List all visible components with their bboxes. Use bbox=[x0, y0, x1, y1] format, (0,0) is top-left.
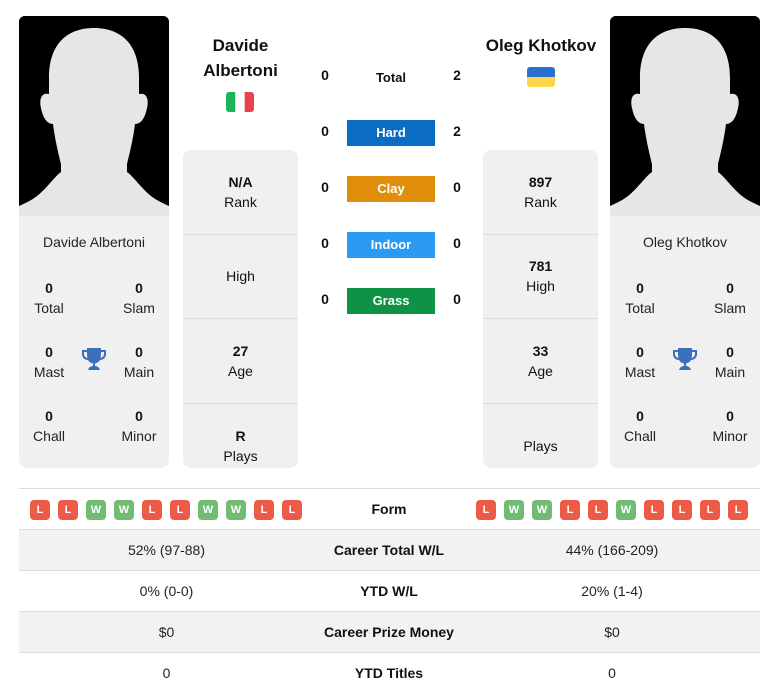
player1-slam-titles: 0 Slam bbox=[123, 280, 155, 316]
row-label: YTD W/L bbox=[360, 583, 418, 599]
form-badge-win[interactable]: W bbox=[616, 500, 636, 520]
silhouette-icon bbox=[610, 16, 760, 216]
form-badge-loss[interactable]: L bbox=[282, 500, 302, 520]
form-badge-loss[interactable]: L bbox=[30, 500, 50, 520]
player1-photo bbox=[19, 16, 169, 216]
player2-age: 33 Age bbox=[483, 319, 598, 404]
form-badge-loss[interactable]: L bbox=[170, 500, 190, 520]
player1-titles-card: Davide Albertoni 0 Total 0 Slam 0 Mast 0… bbox=[19, 216, 169, 468]
form-badge-win[interactable]: W bbox=[532, 500, 552, 520]
player2-form: LWWLLWLLLL bbox=[476, 500, 748, 520]
h2h-hard-p2: 2 bbox=[453, 123, 461, 139]
player2-total-titles: 0 Total bbox=[625, 280, 655, 316]
player2-titles-card: Oleg Khotkov 0 Total 0 Slam 0 Mast 0 Mai… bbox=[610, 216, 760, 468]
italy-flag-icon bbox=[226, 92, 254, 112]
player1-mast-titles: 0 Mast bbox=[33, 344, 65, 380]
form-badge-loss[interactable]: L bbox=[476, 500, 496, 520]
h2h-indoor-p1: 0 bbox=[321, 235, 329, 251]
player2-photo bbox=[610, 16, 760, 216]
player1-career-wl: 52% (97-88) bbox=[127, 542, 206, 558]
form-badge-win[interactable]: W bbox=[114, 500, 134, 520]
form-badge-loss[interactable]: L bbox=[700, 500, 720, 520]
ukraine-flag-icon bbox=[527, 67, 555, 87]
form-label: Form bbox=[371, 501, 407, 517]
h2h-total-p2: 2 bbox=[453, 67, 461, 83]
player2-rank: 897 Rank bbox=[483, 150, 598, 235]
player2-mast-titles: 0 Mast bbox=[624, 344, 656, 380]
player2-chall-titles: 0 Chall bbox=[624, 408, 656, 444]
player1-high: High bbox=[183, 235, 298, 319]
h2h-hard-p1: 0 bbox=[321, 123, 329, 139]
player2-slam-titles: 0 Slam bbox=[714, 280, 746, 316]
surface-hard-button[interactable]: Hard bbox=[347, 120, 435, 146]
form-badge-loss[interactable]: L bbox=[58, 500, 78, 520]
h2h-clay-p1: 0 bbox=[321, 179, 329, 195]
surface-clay-button[interactable]: Clay bbox=[347, 176, 435, 202]
surface-indoor-button[interactable]: Indoor bbox=[347, 232, 435, 258]
form-badge-win[interactable]: W bbox=[504, 500, 524, 520]
trophy-icon bbox=[82, 348, 106, 370]
h2h-grass-p2: 0 bbox=[453, 291, 461, 307]
player1-rank: N/A Rank bbox=[183, 150, 298, 235]
form-badge-win[interactable]: W bbox=[198, 500, 218, 520]
player2-main-titles: 0 Main bbox=[714, 344, 746, 380]
table-row: $0 Career Prize Money $0 bbox=[19, 611, 760, 652]
player1-age: 27 Age bbox=[183, 319, 298, 404]
player2-card-name: Oleg Khotkov bbox=[642, 234, 728, 250]
form-badge-loss[interactable]: L bbox=[560, 500, 580, 520]
form-badge-loss[interactable]: L bbox=[644, 500, 664, 520]
form-badge-loss[interactable]: L bbox=[254, 500, 274, 520]
row-label: Career Total W/L bbox=[333, 542, 445, 558]
player2-ytd-wl: 20% (1-4) bbox=[581, 583, 643, 599]
player1-prize-money: $0 bbox=[158, 624, 175, 640]
player1-name-heading[interactable]: Davide Albertoni bbox=[183, 33, 298, 83]
form-badge-loss[interactable]: L bbox=[142, 500, 162, 520]
player1-main-titles: 0 Main bbox=[123, 344, 155, 380]
form-badge-win[interactable]: W bbox=[226, 500, 246, 520]
row-label: Career Prize Money bbox=[324, 624, 454, 640]
player2-plays: Plays bbox=[523, 437, 558, 454]
player1-plays: R Plays bbox=[223, 427, 258, 464]
h2h-total-label: Total bbox=[375, 70, 407, 85]
player2-high: 781 High bbox=[483, 235, 598, 319]
form-badge-loss[interactable]: L bbox=[672, 500, 692, 520]
form-row: LLWWLLWWLL Form LWWLLWLLLL bbox=[19, 488, 760, 529]
player1-ytd-wl: 0% (0-0) bbox=[139, 583, 194, 599]
h2h-clay-p2: 0 bbox=[453, 179, 461, 195]
player1-card-name: Davide Albertoni bbox=[43, 234, 145, 250]
player2-info-box: 897 Rank 781 High 33 Age Plays bbox=[483, 150, 598, 468]
silhouette-icon bbox=[19, 16, 169, 216]
h2h-grass-p1: 0 bbox=[321, 291, 329, 307]
player1-minor-titles: 0 Minor bbox=[121, 408, 157, 444]
table-row: 0% (0-0) YTD W/L 20% (1-4) bbox=[19, 570, 760, 611]
surface-grass-button[interactable]: Grass bbox=[347, 288, 435, 314]
player1-info-box: N/A Rank High 27 Age R Plays bbox=[183, 150, 298, 468]
row-label: YTD Titles bbox=[354, 665, 424, 681]
player1-form: LLWWLLWWLL bbox=[30, 500, 302, 520]
form-badge-win[interactable]: W bbox=[86, 500, 106, 520]
player1-total-titles: 0 Total bbox=[34, 280, 64, 316]
player2-prize-money: $0 bbox=[604, 624, 620, 640]
form-badge-loss[interactable]: L bbox=[588, 500, 608, 520]
table-row: 52% (97-88) Career Total W/L 44% (166-20… bbox=[19, 529, 760, 570]
table-row: 0 YTD Titles 0 bbox=[19, 652, 760, 693]
form-badge-loss[interactable]: L bbox=[728, 500, 748, 520]
trophy-icon bbox=[673, 348, 697, 370]
player2-ytd-titles: 0 bbox=[608, 665, 616, 681]
player1-ytd-titles: 0 bbox=[162, 665, 171, 681]
player2-name-heading[interactable]: Oleg Khotkov bbox=[476, 33, 606, 58]
player2-career-wl: 44% (166-209) bbox=[565, 542, 659, 558]
player1-chall-titles: 0 Chall bbox=[33, 408, 65, 444]
h2h-indoor-p2: 0 bbox=[453, 235, 461, 251]
h2h-total-p1: 0 bbox=[321, 67, 329, 83]
player2-minor-titles: 0 Minor bbox=[712, 408, 748, 444]
